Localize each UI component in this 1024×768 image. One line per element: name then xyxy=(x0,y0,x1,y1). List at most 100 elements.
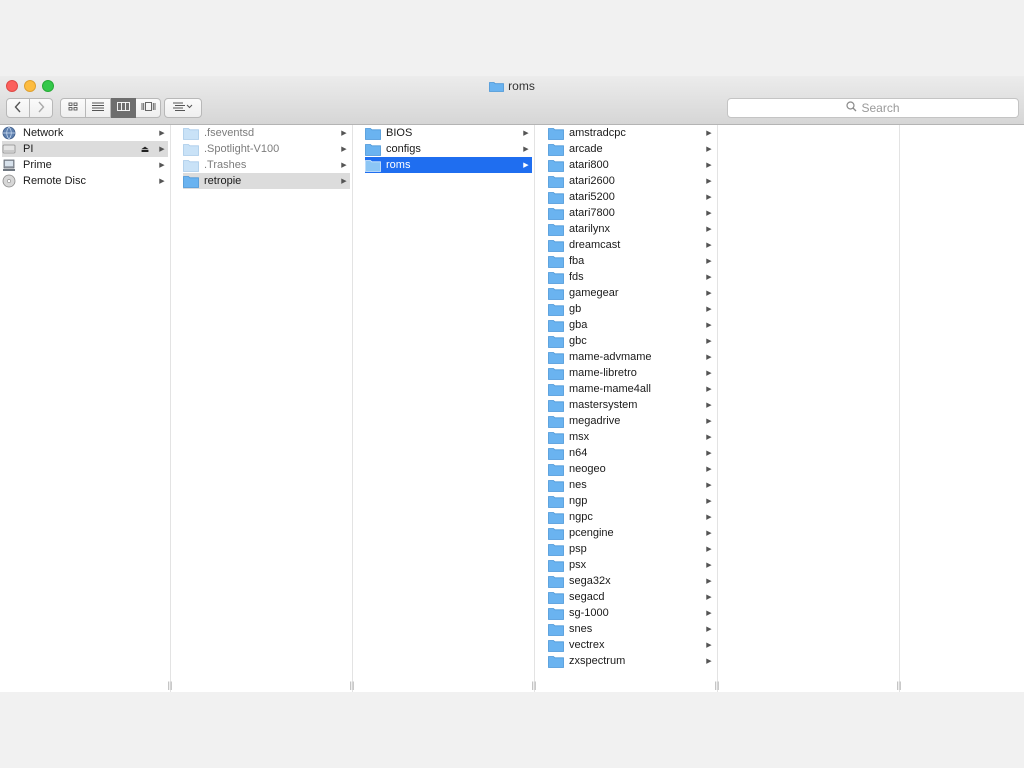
disclosure-arrow-icon: ▶ xyxy=(706,258,712,265)
column-filler xyxy=(910,125,1024,692)
list-item[interactable]: n64 ▶ xyxy=(548,445,715,461)
list-item[interactable]: gbc ▶ xyxy=(548,333,715,349)
column-resize-handle[interactable]: || xyxy=(347,681,357,690)
folder-icon xyxy=(548,367,564,380)
list-item-spotlight[interactable]: .Spotlight-V100 ▶ xyxy=(183,141,350,157)
chevron-right-icon xyxy=(37,101,45,116)
back-button[interactable] xyxy=(6,98,30,118)
list-item[interactable]: pcengine ▶ xyxy=(548,525,715,541)
folder-icon xyxy=(548,271,564,284)
disclosure-arrow-icon: ▶ xyxy=(706,530,712,537)
disclosure-arrow-icon: ▶ xyxy=(523,130,529,137)
list-item-label: fba xyxy=(569,255,585,267)
list-item[interactable]: mame-advmame ▶ xyxy=(548,349,715,365)
list-view-icon xyxy=(92,102,104,114)
list-item[interactable]: gb ▶ xyxy=(548,301,715,317)
list-item[interactable]: atari5200 ▶ xyxy=(548,189,715,205)
list-item[interactable]: arcade ▶ xyxy=(548,141,715,157)
list-item-configs[interactable]: configs ▶ xyxy=(365,141,532,157)
folder-icon xyxy=(548,207,564,220)
list-item[interactable]: gba ▶ xyxy=(548,317,715,333)
column-resize-handle[interactable]: || xyxy=(529,681,539,690)
folder-icon xyxy=(548,447,564,460)
folder-icon xyxy=(548,303,564,316)
list-item-prime[interactable]: Prime ▶ xyxy=(2,157,168,173)
window-title: roms xyxy=(0,78,1024,94)
list-item[interactable]: vectrex ▶ xyxy=(548,637,715,653)
list-item[interactable]: segacd ▶ xyxy=(548,589,715,605)
list-item-trashes[interactable]: .Trashes ▶ xyxy=(183,157,350,173)
disclosure-arrow-icon: ▶ xyxy=(706,498,712,505)
column-resize-handle[interactable]: || xyxy=(712,681,722,690)
list-item[interactable]: fba ▶ xyxy=(548,253,715,269)
list-item[interactable]: dreamcast ▶ xyxy=(548,237,715,253)
folder-icon xyxy=(548,575,564,588)
list-item[interactable]: atari7800 ▶ xyxy=(548,205,715,221)
disc-icon xyxy=(2,174,18,188)
icon-view-button[interactable] xyxy=(60,98,86,118)
list-item[interactable]: neogeo ▶ xyxy=(548,461,715,477)
folder-icon xyxy=(548,383,564,396)
column-resize-handle[interactable]: || xyxy=(894,681,904,690)
forward-button[interactable] xyxy=(30,98,53,118)
list-item[interactable]: mame-mame4all ▶ xyxy=(548,381,715,397)
column-browser: Network ▶ PI ⏏ ▶ Prime ▶ Remote Disc ▶ |… xyxy=(0,125,1024,692)
list-item[interactable]: atarilynx ▶ xyxy=(548,221,715,237)
disclosure-arrow-icon: ▶ xyxy=(706,146,712,153)
arrange-button[interactable] xyxy=(164,98,202,118)
list-item[interactable]: atari800 ▶ xyxy=(548,157,715,173)
folder-icon xyxy=(548,239,564,252)
list-item-label: sg-1000 xyxy=(569,607,609,619)
list-item[interactable]: snes ▶ xyxy=(548,621,715,637)
list-item-retropie[interactable]: retropie ▶ xyxy=(183,173,350,189)
disclosure-arrow-icon: ▶ xyxy=(706,162,712,169)
list-item-label: ngp xyxy=(569,495,588,507)
list-item-remote-disc[interactable]: Remote Disc ▶ xyxy=(2,173,168,189)
list-item[interactable]: sg-1000 ▶ xyxy=(548,605,715,621)
column-view-button[interactable] xyxy=(111,98,136,118)
disclosure-arrow-icon: ▶ xyxy=(706,210,712,217)
list-item[interactable]: amstradcpc ▶ xyxy=(548,125,715,141)
list-item[interactable]: psx ▶ xyxy=(548,557,715,573)
title-bar: roms Search xyxy=(0,76,1024,125)
cover-flow-button[interactable] xyxy=(136,98,161,118)
icon-view-icon xyxy=(68,102,79,114)
disclosure-arrow-icon: ▶ xyxy=(706,322,712,329)
eject-icon[interactable]: ⏏ xyxy=(140,144,150,155)
list-view-button[interactable] xyxy=(86,98,111,118)
disclosure-arrow-icon: ▶ xyxy=(706,386,712,393)
list-item[interactable]: ngpc ▶ xyxy=(548,509,715,525)
list-item[interactable]: atari2600 ▶ xyxy=(548,173,715,189)
list-item-roms[interactable]: roms ▶ xyxy=(365,157,532,173)
finder-window: roms Search Network ▶ PI ⏏ ▶ Prime ▶ Rem… xyxy=(0,76,1024,692)
list-item[interactable]: psp ▶ xyxy=(548,541,715,557)
disclosure-arrow-icon: ▶ xyxy=(706,290,712,297)
disclosure-arrow-icon: ▶ xyxy=(706,546,712,553)
disclosure-arrow-icon: ▶ xyxy=(706,610,712,617)
column-empty: || xyxy=(728,125,901,692)
list-item-network[interactable]: Network ▶ xyxy=(2,125,168,141)
list-item-fseventsd[interactable]: .fseventsd ▶ xyxy=(183,125,350,141)
folder-icon xyxy=(183,143,199,156)
disclosure-arrow-icon: ▶ xyxy=(341,146,347,153)
disclosure-arrow-icon: ▶ xyxy=(706,434,712,441)
list-item[interactable]: mame-libretro ▶ xyxy=(548,365,715,381)
list-item[interactable]: ngp ▶ xyxy=(548,493,715,509)
list-item[interactable]: gamegear ▶ xyxy=(548,285,715,301)
list-item[interactable]: msx ▶ xyxy=(548,429,715,445)
list-item-label: atari800 xyxy=(569,159,609,171)
list-item[interactable]: zxspectrum ▶ xyxy=(548,653,715,669)
disclosure-arrow-icon: ▶ xyxy=(706,642,712,649)
list-item-pi[interactable]: PI ⏏ ▶ xyxy=(2,141,168,157)
list-item-bios[interactable]: BIOS ▶ xyxy=(365,125,532,141)
search-field[interactable]: Search xyxy=(727,98,1019,118)
list-item[interactable]: sega32x ▶ xyxy=(548,573,715,589)
list-item[interactable]: megadrive ▶ xyxy=(548,413,715,429)
disclosure-arrow-icon: ▶ xyxy=(706,402,712,409)
column-resize-handle[interactable]: || xyxy=(165,681,175,690)
list-item[interactable]: fds ▶ xyxy=(548,269,715,285)
list-item[interactable]: mastersystem ▶ xyxy=(548,397,715,413)
list-item[interactable]: nes ▶ xyxy=(548,477,715,493)
disclosure-arrow-icon: ▶ xyxy=(706,626,712,633)
drive-icon xyxy=(2,143,18,156)
